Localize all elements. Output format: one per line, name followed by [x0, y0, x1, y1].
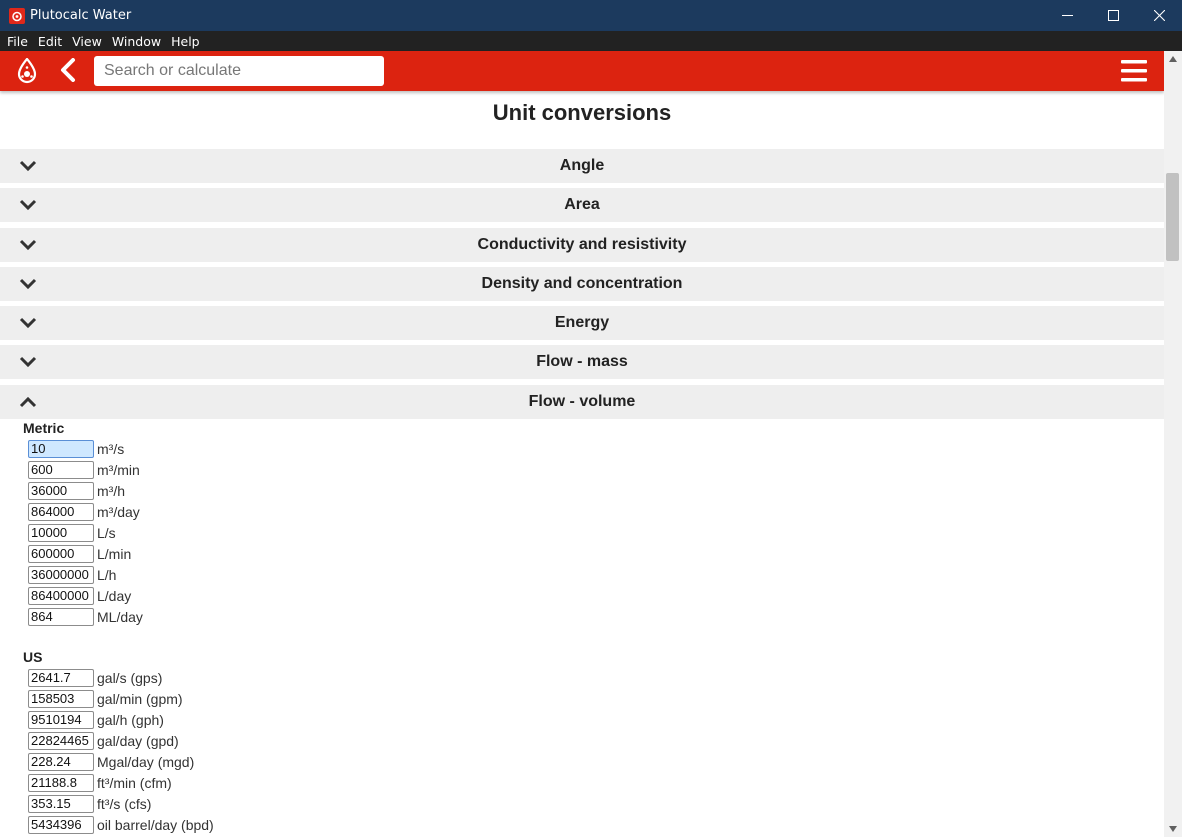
- unit-label: oil barrel/day (bpd): [97, 816, 214, 833]
- app-logo-icon: [9, 7, 25, 24]
- value-input[interactable]: [28, 773, 94, 792]
- maximize-button[interactable]: [1090, 0, 1136, 31]
- unit-label: m³/s: [97, 440, 125, 457]
- unit-row: L/day: [0, 585, 1164, 606]
- unit-row: L/s: [0, 522, 1164, 543]
- minimize-icon: [1061, 15, 1073, 16]
- menu-help[interactable]: Help: [171, 34, 200, 49]
- unit-row: ft³/s (cfs): [0, 793, 1164, 814]
- value-input[interactable]: [28, 668, 94, 687]
- value-input[interactable]: [28, 523, 94, 542]
- section-list: Angle Area Conductivity and resistivity …: [0, 149, 1164, 424]
- app-toolbar: [0, 51, 1164, 91]
- unit-label: m³/min: [97, 461, 140, 478]
- unit-row: ft³/min (cfm): [0, 772, 1164, 793]
- value-input[interactable]: [28, 731, 94, 750]
- menu-bar: File Edit View Window Help: [0, 31, 1182, 51]
- window-controls: [1044, 0, 1182, 31]
- value-input[interactable]: [28, 502, 94, 521]
- logo-icon[interactable]: [15, 58, 39, 84]
- section-label: Area: [564, 196, 600, 214]
- page-title: Unit conversions: [492, 100, 672, 125]
- section-energy[interactable]: Energy: [0, 306, 1164, 341]
- unit-label: gal/h (gph): [97, 711, 164, 728]
- scroll-down-arrow-icon: [1169, 826, 1177, 832]
- section-label: Conductivity and resistivity: [477, 235, 687, 253]
- unit-label: gal/min (gpm): [97, 690, 183, 707]
- unit-row: m³/h: [0, 480, 1164, 501]
- vertical-scrollbar[interactable]: [1164, 51, 1182, 837]
- close-button[interactable]: [1136, 0, 1182, 31]
- section-label: Density and concentration: [481, 274, 683, 292]
- unit-row: gal/s (gps): [0, 667, 1164, 688]
- unit-label: L/h: [97, 566, 117, 583]
- window-title: Plutocalc Water: [30, 8, 132, 23]
- unit-row: gal/min (gpm): [0, 688, 1164, 709]
- minimize-button[interactable]: [1044, 0, 1090, 31]
- unit-label: L/min: [97, 545, 132, 562]
- value-input[interactable]: [28, 460, 94, 479]
- value-input[interactable]: [28, 710, 94, 729]
- value-input[interactable]: [28, 815, 94, 834]
- section-label: Flow - mass: [536, 353, 628, 371]
- unit-label: m³/h: [97, 482, 125, 499]
- value-input[interactable]: [28, 794, 94, 813]
- unit-label: L/s: [97, 524, 116, 541]
- scroll-down-button[interactable]: [1164, 821, 1182, 837]
- unit-row: gal/h (gph): [0, 709, 1164, 730]
- maximize-icon: [1107, 10, 1119, 21]
- unit-label: L/day: [97, 587, 132, 604]
- value-input[interactable]: [28, 439, 94, 458]
- unit-row: L/min: [0, 543, 1164, 564]
- scroll-thumb[interactable]: [1166, 173, 1179, 261]
- section-conductivity[interactable]: Conductivity and resistivity: [0, 227, 1164, 262]
- scroll-up-button[interactable]: [1164, 51, 1182, 67]
- unit-row: Mgal/day (mgd): [0, 751, 1164, 772]
- unit-label: gal/day (gpd): [97, 732, 179, 749]
- unit-row: oil barrel/day (bpd): [0, 814, 1164, 835]
- menu-view[interactable]: View: [72, 34, 102, 49]
- unit-row: gal/day (gpd): [0, 730, 1164, 751]
- unit-row: m³/s: [0, 438, 1164, 459]
- section-label: Energy: [554, 314, 610, 332]
- unit-label: gal/s (gps): [97, 669, 163, 686]
- menu-file[interactable]: File: [7, 34, 28, 49]
- flow-volume-panel: Metric m³/s m³/min m³/h m³/day L/s L/min…: [0, 418, 1164, 835]
- unit-label: m³/day: [97, 503, 140, 520]
- unit-label: ft³/s (cfs): [97, 795, 152, 812]
- unit-label: Mgal/day (mgd): [97, 753, 195, 770]
- unit-row: m³/min: [0, 459, 1164, 480]
- section-flow-volume[interactable]: Flow - volume: [0, 384, 1164, 419]
- us-group-title: US: [23, 649, 43, 665]
- section-density[interactable]: Density and concentration: [0, 266, 1164, 301]
- value-input[interactable]: [28, 544, 94, 563]
- menu-edit[interactable]: Edit: [38, 34, 62, 49]
- value-input[interactable]: [28, 689, 94, 708]
- value-input[interactable]: [28, 565, 94, 584]
- value-input[interactable]: [28, 752, 94, 771]
- unit-label: ft³/min (cfm): [97, 774, 172, 791]
- unit-label: ML/day: [97, 608, 143, 625]
- unit-row: L/h: [0, 564, 1164, 585]
- value-input[interactable]: [28, 586, 94, 605]
- section-area[interactable]: Area: [0, 188, 1164, 223]
- metric-group-title: Metric: [23, 420, 65, 436]
- value-input[interactable]: [28, 481, 94, 500]
- main-content: Unit conversions Angle Area Conductivity…: [0, 91, 1164, 837]
- section-label: Flow - volume: [528, 392, 636, 410]
- scroll-up-arrow-icon: [1169, 56, 1177, 62]
- section-angle[interactable]: Angle: [0, 149, 1164, 183]
- close-icon: [1153, 10, 1165, 21]
- unit-row: ML/day: [0, 606, 1164, 627]
- value-input[interactable]: [28, 607, 94, 626]
- menu-window[interactable]: Window: [112, 34, 161, 49]
- section-label: Angle: [559, 157, 605, 174]
- hamburger-menu-icon[interactable]: [1119, 58, 1149, 84]
- search-input[interactable]: [94, 56, 384, 86]
- unit-row: m³/day: [0, 501, 1164, 522]
- window-titlebar: Plutocalc Water: [0, 0, 1182, 31]
- back-icon[interactable]: [57, 58, 79, 82]
- section-flow-mass[interactable]: Flow - mass: [0, 345, 1164, 380]
